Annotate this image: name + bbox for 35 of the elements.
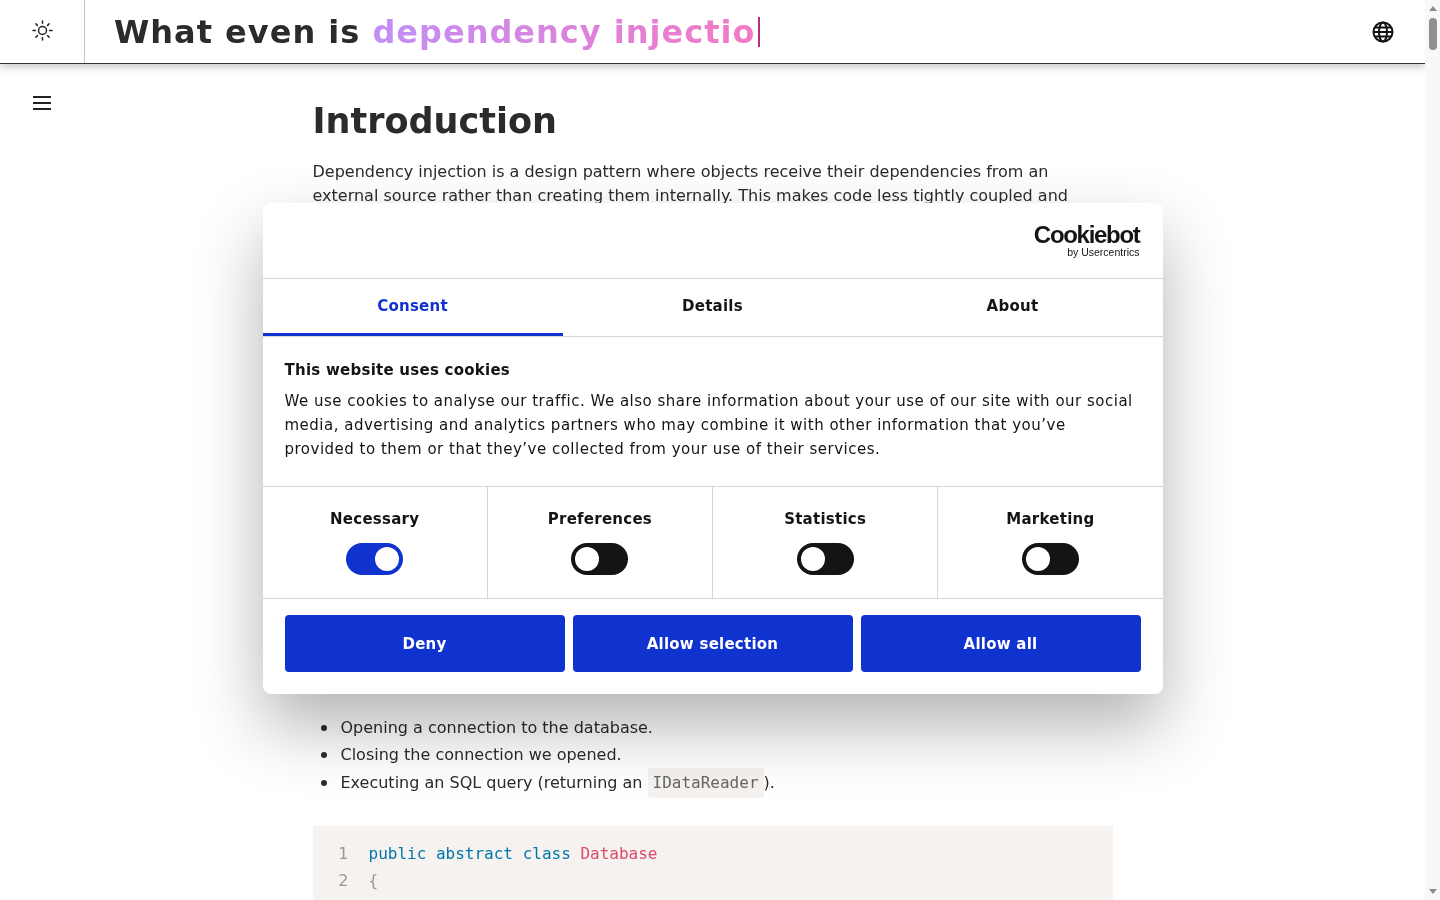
toggle-switch[interactable] (346, 543, 404, 575)
category-label: Necessary (330, 509, 420, 530)
text-cursor-icon (758, 16, 761, 47)
scrollbar-thumb[interactable] (1428, 18, 1437, 50)
section-heading: Introduction (312, 100, 558, 142)
action-button[interactable]: Deny (284, 615, 565, 672)
list-item-text: Closing the connection we opened. (340, 744, 622, 766)
scroll-up-icon[interactable] (1428, 6, 1437, 11)
tab[interactable]: Consent (262, 279, 563, 336)
category-label: Marketing (1006, 509, 1095, 530)
logo-tagline: by Usercentrics (1067, 245, 1140, 258)
toggle-switch[interactable] (1021, 543, 1079, 575)
action-button[interactable]: Allow all (860, 615, 1141, 672)
bullet-icon (320, 751, 327, 758)
category-label: Statistics (784, 509, 867, 530)
category-label: Preferences (547, 509, 652, 530)
dialog-title: This website uses cookies (284, 360, 511, 381)
globe-icon[interactable] (1372, 20, 1394, 43)
code-line: public abstract class Database (368, 843, 658, 865)
action-button[interactable]: Allow selection (572, 615, 853, 672)
logo-wordmark: Cookiebot (1033, 223, 1140, 246)
line-number: 1 (337, 843, 349, 865)
scroll-down-icon[interactable] (1428, 889, 1437, 894)
sun-icon[interactable] (31, 20, 53, 41)
line-number: 2 (337, 870, 349, 892)
paragraph: Dependency injection is a design pattern where objects receive their dependencies from an external source rather than creating them internally. This makes code less tightly coupled and (312, 161, 1069, 207)
code-line: { (368, 870, 379, 892)
toggle-switch[interactable] (796, 543, 854, 575)
list-item-text: Opening a connection to the database. (340, 717, 653, 739)
menu-icon[interactable] (33, 96, 51, 110)
bullet-icon (320, 724, 327, 731)
list-item-text: Executing an SQL query (returning an IDataReader ). (340, 768, 775, 798)
toggle-switch[interactable] (571, 543, 629, 575)
dialog-text: We use cookies to analyse our traffic. We also share information about your use of our site with our social media, advertising and analytics partners who may combine it with other information that you’ve provided to them or that they’ve collected from your use of their services. (284, 391, 1134, 460)
bullet-icon (320, 780, 327, 786)
